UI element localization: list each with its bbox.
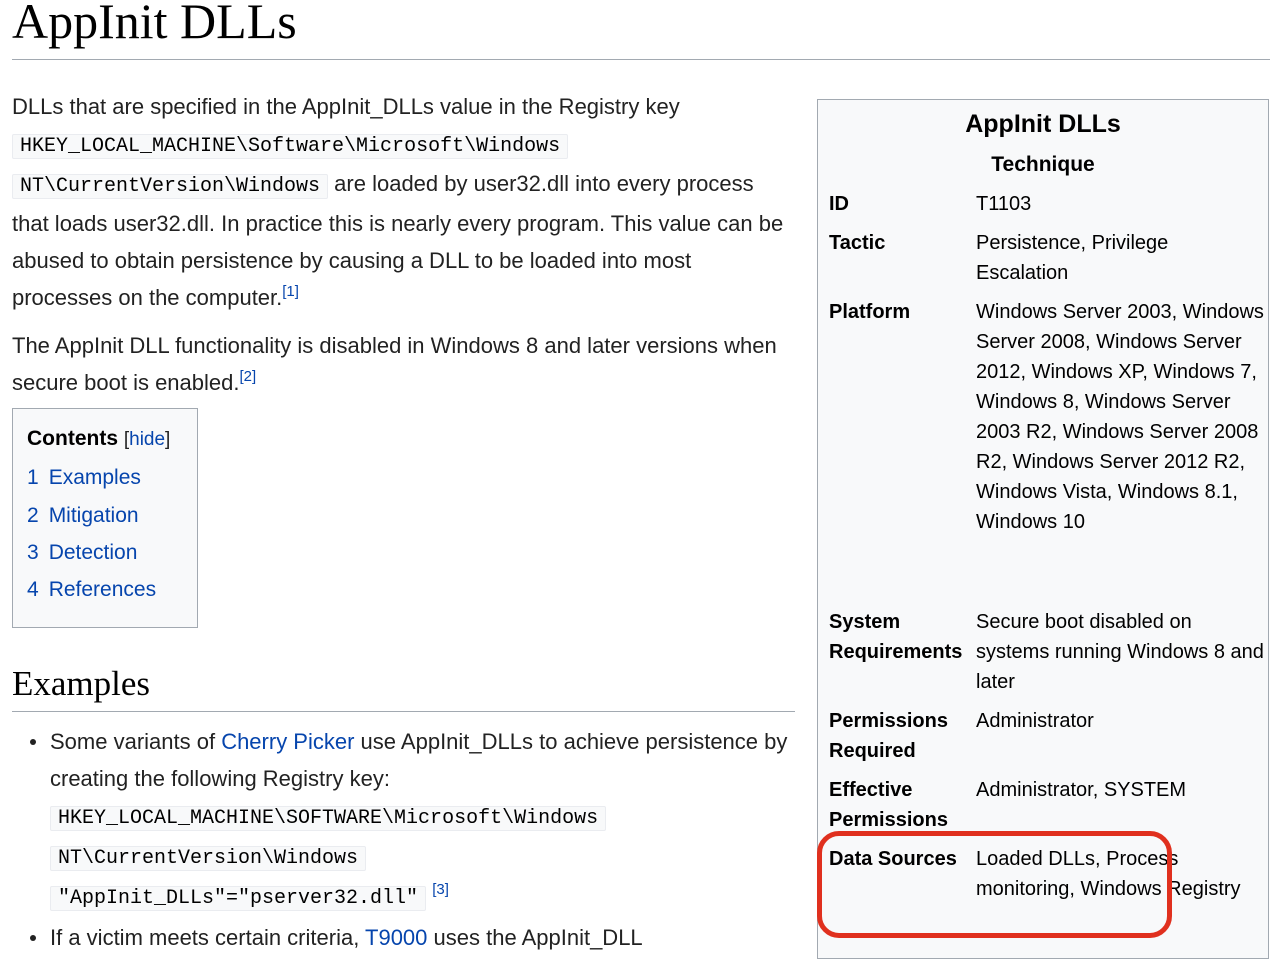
infobox-label: ID xyxy=(829,193,849,215)
infobox-label: Effective Permissions xyxy=(829,779,948,831)
table-of-contents: Contents [hide] 1 Examples 2 Mitigation 3D… xyxy=(12,408,198,628)
example-registry-code-3: "AppInit_DLLs"="pserver32.dll" xyxy=(50,886,427,911)
intro-text-3: The AppInit DLL functionality is disable… xyxy=(12,333,777,395)
infobox-value: Secure boot disabled on systems running … xyxy=(976,611,1264,693)
reference-link-3[interactable]: [3] xyxy=(432,881,449,898)
registry-key-code-1: HKEY_LOCAL_MACHINE\Software\Microsoft\Wi… xyxy=(12,134,569,159)
infobox-value: Administrator xyxy=(976,710,1094,732)
infobox-value: Windows Server 2003, Windows Server 2008… xyxy=(976,301,1264,533)
toc-title: Contents xyxy=(27,427,118,450)
reference-link-1[interactable]: [1] xyxy=(282,283,299,300)
list-item: If a victim meets certain criteria, T900… xyxy=(30,919,795,956)
infobox-value: T1103 xyxy=(976,193,1032,215)
examples-divider xyxy=(12,711,795,712)
page-title: AppInit DLLs xyxy=(12,0,297,49)
infobox-label: Permissions Required xyxy=(829,710,948,762)
infobox-value: Administrator, SYSTEM xyxy=(976,779,1187,801)
technique-infobox: AppInit DLLs Technique ID T1103 Tactic P… xyxy=(817,99,1269,959)
t9000-link[interactable]: T9000 xyxy=(365,925,427,950)
reference-link-2[interactable]: [2] xyxy=(240,368,257,385)
infobox-value: Persistence, Privilege Escalation xyxy=(976,232,1169,284)
examples-heading: Examples xyxy=(12,664,151,703)
examples-list: Some variants of Cherry Picker use AppIn… xyxy=(30,723,795,956)
toc-item-examples[interactable]: 1 Examples xyxy=(27,466,141,490)
intro-paragraph-1: DLLs that are specified in the AppInit_D… xyxy=(12,88,794,316)
infobox-label: Platform xyxy=(829,301,911,323)
infobox-title: AppInit DLLs xyxy=(965,110,1121,138)
toc-item-references[interactable]: 4 References xyxy=(27,578,156,602)
list-item: Some variants of Cherry Picker use AppIn… xyxy=(30,723,795,917)
toc-item-detection[interactable]: 3 Detection xyxy=(27,541,137,565)
infobox-label: System Requirements xyxy=(829,611,963,663)
data-sources-highlight xyxy=(817,831,1172,938)
title-divider xyxy=(12,59,1270,60)
infobox-label: Tactic xyxy=(829,232,886,254)
example-registry-code-2: NT\CurrentVersion\Windows xyxy=(50,846,367,871)
infobox-subtitle: Technique xyxy=(991,153,1095,176)
toc-header: Contents [hide] xyxy=(27,427,170,451)
example-registry-code-1: HKEY_LOCAL_MACHINE\SOFTWARE\Microsoft\Wi… xyxy=(50,806,607,831)
toc-hide-link[interactable]: hide xyxy=(129,429,165,450)
intro-text-1: DLLs that are specified in the AppInit_D… xyxy=(12,94,680,119)
cherry-picker-link[interactable]: Cherry Picker xyxy=(221,729,354,754)
intro-paragraph-2: The AppInit DLL functionality is disable… xyxy=(12,327,794,401)
toc-item-mitigation[interactable]: 2 Mitigation xyxy=(27,504,139,528)
article-body: DLLs that are specified in the AppInit_D… xyxy=(12,88,794,412)
registry-key-code-2: NT\CurrentVersion\Windows xyxy=(12,174,329,199)
toc-hide-toggle: [hide] xyxy=(123,429,171,450)
